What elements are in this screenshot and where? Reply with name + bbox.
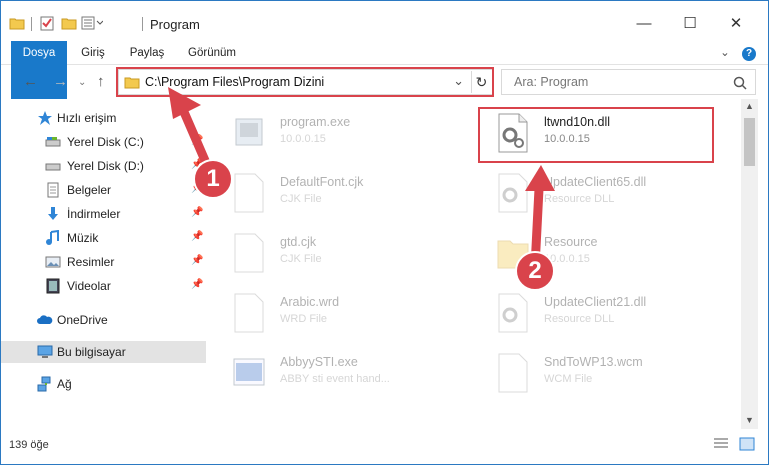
step-1-badge: 1 xyxy=(193,159,233,199)
annotation-arrows xyxy=(168,87,555,272)
step-2-badge: 2 xyxy=(515,251,555,291)
explorer-window: Program — ☐ ✕ Dosya Giriş Paylaş Görünüm… xyxy=(0,0,769,465)
